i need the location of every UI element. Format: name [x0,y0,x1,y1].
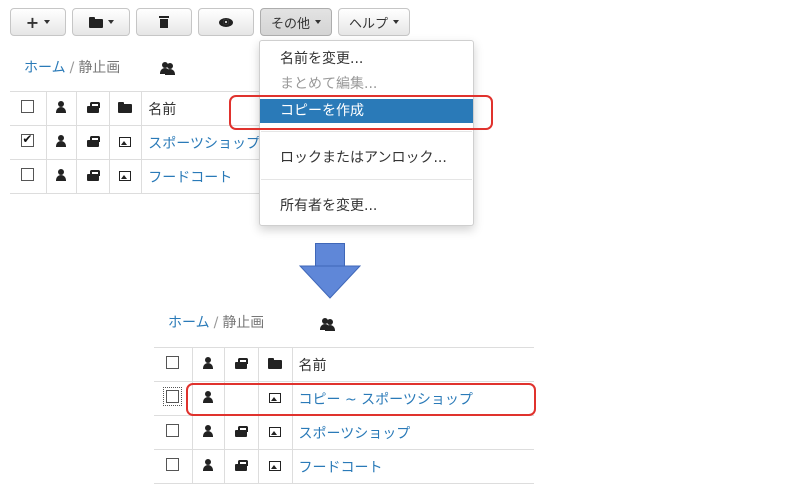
plus-icon: + [25,12,40,32]
lock-icon [235,425,248,437]
highlight-make-copy [229,95,493,130]
help-menu-label: ヘルプ [348,16,388,32]
lock-column-icon [86,101,100,113]
chevron-down-icon [393,20,399,24]
image-icon [269,426,281,437]
delete-button[interactable] [136,8,192,36]
menu-divider [261,179,472,180]
lock-icon [86,169,100,181]
breadcrumb-home-link[interactable]: ホーム [24,60,66,76]
file-name-link[interactable]: スポーツショップ [299,426,411,442]
down-arrow-icon [315,243,345,266]
owner-icon [56,134,67,147]
menu-item-rename[interactable]: 名前を変更... [260,47,473,71]
breadcrumb-separator: / [69,60,75,76]
menu-item-bulk-edit: まとめて編集... [280,76,378,92]
help-menu-button[interactable]: ヘルプ [338,8,410,36]
type-column-icon [268,357,282,369]
view-button[interactable] [198,8,254,36]
users-icon[interactable] [320,318,336,331]
select-all-checkbox[interactable] [166,356,180,369]
table-row[interactable]: スポーツショップ [154,415,534,450]
breadcrumb-current: 静止画 [78,60,121,76]
owner-icon [203,458,213,471]
row-checkbox[interactable] [21,132,35,147]
breadcrumb-separator: / [213,315,219,331]
owner-column-icon [203,356,213,369]
file-name-link[interactable]: フードコート [299,460,383,476]
other-menu-label: その他 [270,16,310,32]
table-header-row: 名前 [154,347,534,382]
row-checkbox[interactable] [21,168,35,181]
table-header-row: 名前 [10,91,260,126]
row-checkbox[interactable] [163,387,183,406]
image-icon [269,460,281,471]
image-icon [119,136,132,147]
table-row[interactable]: スポーツショップ [10,125,260,160]
lock-icon [235,459,248,471]
row-checkbox[interactable] [166,458,180,471]
menu-item-change-owner[interactable]: 所有者を変更... [260,194,473,218]
chevron-down-icon [315,20,321,24]
type-column-icon [118,101,133,113]
lock-icon [86,135,100,147]
row-checkbox[interactable] [166,424,180,437]
chevron-down-icon [107,20,114,24]
owner-column-icon [56,100,67,113]
owner-icon [56,168,67,181]
folder-button[interactable] [72,8,130,36]
breadcrumb-current: 静止画 [222,315,265,331]
name-column-header[interactable]: 名前 [148,102,176,118]
breadcrumb: ホーム / 静止画 [168,312,264,332]
other-dropdown-menu: 名前を変更... まとめて編集... コピーを作成 ロックまたはアンロック...… [259,40,474,226]
name-column-header[interactable]: 名前 [299,358,327,374]
file-table: 名前 スポーツショップ フードコート [10,91,260,194]
highlight-copied-row [186,383,536,416]
image-icon [119,170,132,181]
add-button[interactable]: + [10,8,66,36]
down-arrow-head-icon [299,265,361,299]
lock-column-icon [235,357,248,369]
owner-icon [203,424,213,437]
menu-divider [261,131,472,132]
table-row[interactable]: フードコート [154,449,534,484]
other-menu-button[interactable]: その他 [260,8,332,36]
file-name-link[interactable]: フードコート [148,170,232,186]
menu-item-lock-unlock[interactable]: ロックまたはアンロック... [260,146,473,170]
breadcrumb: ホーム / 静止画 [24,57,120,77]
breadcrumb-home-link[interactable]: ホーム [168,315,210,331]
select-all-checkbox[interactable] [21,100,35,113]
folder-icon [88,16,103,28]
users-icon[interactable] [160,62,175,75]
trash-icon [159,16,169,28]
table-row[interactable]: フードコート [10,159,260,194]
eye-icon [219,17,233,27]
chevron-down-icon [44,20,51,24]
file-name-link[interactable]: スポーツショップ [148,136,260,152]
